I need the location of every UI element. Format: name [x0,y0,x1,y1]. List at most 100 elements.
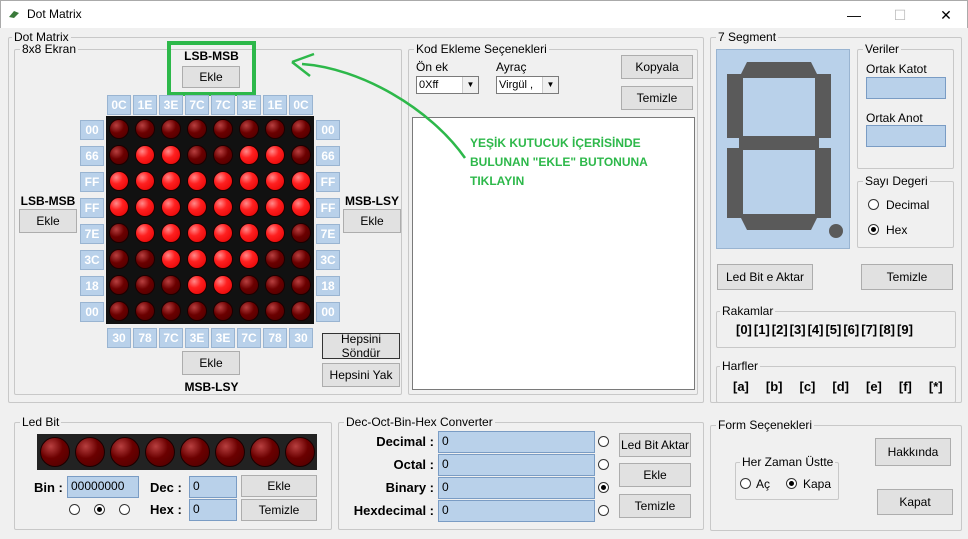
matrix-led[interactable] [109,249,129,269]
matrix-led[interactable] [187,249,207,269]
matrix-led[interactable] [291,301,311,321]
top-ekle-button[interactable]: Ekle [182,66,240,88]
matrix-led[interactable] [187,301,207,321]
matrix-led[interactable] [135,223,155,243]
matrix-led[interactable] [135,145,155,165]
led-bit-e-aktar-button[interactable]: Led Bit e Aktar [717,264,813,290]
matrix-led[interactable] [187,197,207,217]
matrix-led[interactable] [109,301,129,321]
matrix-led[interactable] [213,145,233,165]
converter-ekle-button[interactable]: Ekle [619,463,691,487]
led-bit[interactable] [250,437,280,467]
matrix-led[interactable] [291,249,311,269]
matrix-led[interactable] [239,301,259,321]
harf-button[interactable]: [*] [929,379,943,394]
kapa-radio[interactable] [786,478,797,489]
hakkinda-button[interactable]: Hakkında [875,438,951,466]
ledbit-radio-2[interactable] [94,504,105,515]
matrix-led[interactable] [135,197,155,217]
octal-conv-radio[interactable] [598,459,609,470]
rakam-button[interactable]: [0] [736,322,752,337]
matrix-led[interactable] [265,249,285,269]
harf-button[interactable]: [a] [733,379,749,394]
ledbit-temizle-button[interactable]: Temizle [241,499,317,521]
matrix-led[interactable] [135,249,155,269]
matrix-led[interactable] [291,275,311,295]
matrix-led[interactable] [161,275,181,295]
matrix-led[interactable] [161,301,181,321]
led-bit[interactable] [75,437,105,467]
rakam-button[interactable]: [3] [790,322,806,337]
matrix-led[interactable] [161,197,181,217]
led-bit[interactable] [145,437,175,467]
harf-button[interactable]: [e] [866,379,882,394]
ledbit-ekle-button[interactable]: Ekle [241,475,317,497]
matrix-led[interactable] [109,197,129,217]
matrix-led[interactable] [187,275,207,295]
matrix-led[interactable] [135,171,155,191]
matrix-led[interactable] [161,223,181,243]
hex-field[interactable]: 0 [189,499,237,521]
rakam-button[interactable]: [8] [879,322,895,337]
matrix-led[interactable] [213,197,233,217]
matrix-led[interactable] [239,223,259,243]
left-ekle-button[interactable]: Ekle [19,209,77,233]
matrix-led[interactable] [239,197,259,217]
matrix-led[interactable] [239,275,259,295]
kopyala-button[interactable]: Kopyala [621,55,693,79]
matrix-led[interactable] [213,275,233,295]
matrix-led[interactable] [109,275,129,295]
ortak-katot-field[interactable] [866,77,946,99]
decimal-conv-field[interactable]: 0 [438,431,595,453]
matrix-led[interactable] [161,171,181,191]
matrix-led[interactable] [187,171,207,191]
binary-conv-radio[interactable] [598,482,609,493]
matrix-led[interactable] [213,119,233,139]
converter-temizle-button[interactable]: Temizle [619,494,691,518]
matrix-led[interactable] [109,223,129,243]
led-bit[interactable] [285,437,315,467]
harf-button[interactable]: [c] [800,379,816,394]
matrix-led[interactable] [135,119,155,139]
hex-conv-radio[interactable] [598,505,609,516]
led-bit[interactable] [40,437,70,467]
harf-button[interactable]: [d] [832,379,849,394]
matrix-led[interactable] [187,145,207,165]
matrix-led[interactable] [239,249,259,269]
hex-radio[interactable] [868,224,879,235]
led-bit-aktar-button[interactable]: Led Bit Aktar [619,433,691,457]
matrix-led[interactable] [187,119,207,139]
matrix-led[interactable] [239,145,259,165]
led-bit[interactable] [180,437,210,467]
ledbit-radio-1[interactable] [69,504,80,515]
matrix-led[interactable] [291,197,311,217]
close-button[interactable]: ✕ [923,1,968,29]
matrix-led[interactable] [265,301,285,321]
harf-button[interactable]: [f] [899,379,912,394]
hex-conv-field[interactable]: 0 [438,500,595,522]
maximize-button[interactable]: ☐ [877,1,923,29]
hepsini-yak-button[interactable]: Hepsini Yak [322,363,400,387]
matrix-led[interactable] [265,197,285,217]
rakam-button[interactable]: [9] [897,322,913,337]
matrix-led[interactable] [291,171,311,191]
binary-conv-field[interactable]: 0 [438,477,595,499]
dec-field[interactable]: 0 [189,476,237,498]
matrix-led[interactable] [109,145,129,165]
matrix-led[interactable] [265,275,285,295]
ledbit-radio-3[interactable] [119,504,130,515]
kapat-button[interactable]: Kapat [877,489,953,515]
bottom-ekle-button[interactable]: Ekle [182,351,240,375]
rakam-button[interactable]: [6] [843,322,859,337]
rakam-button[interactable]: [2] [772,322,788,337]
matrix-led[interactable] [213,223,233,243]
decimal-conv-radio[interactable] [598,436,609,447]
matrix-led[interactable] [265,223,285,243]
rakam-button[interactable]: [1] [754,322,770,337]
matrix-led[interactable] [161,119,181,139]
octal-conv-field[interactable]: 0 [438,454,595,476]
kod-temizle-button[interactable]: Temizle [621,86,693,110]
minimize-button[interactable]: — [831,1,877,29]
ortak-anot-field[interactable] [866,125,946,147]
matrix-led[interactable] [161,145,181,165]
